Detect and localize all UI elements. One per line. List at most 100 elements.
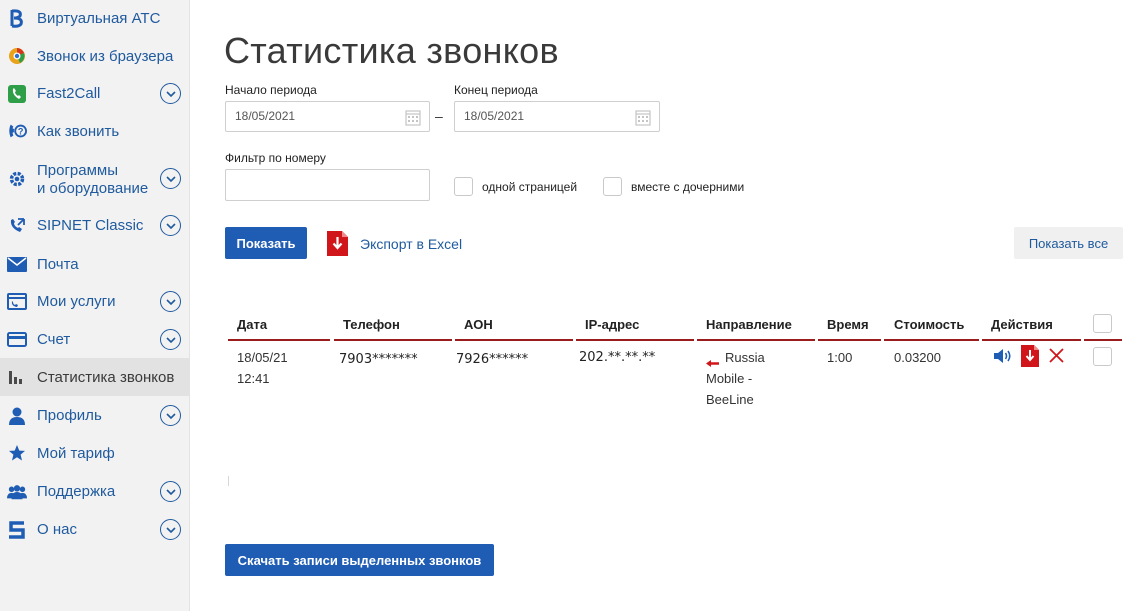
period-end-input[interactable]: 18/05/2021 xyxy=(454,101,660,132)
sidebar-item-mail[interactable]: Почта xyxy=(0,254,190,274)
speaker-icon[interactable] xyxy=(993,347,1013,370)
sidebar-item-label: Почта xyxy=(37,255,79,273)
chevron-down-icon[interactable] xyxy=(160,168,181,189)
sidebar-item-my-tariff[interactable]: Мой тариф xyxy=(0,443,190,463)
single-page-label: одной страницей xyxy=(482,180,578,194)
pdf-download-icon[interactable] xyxy=(327,231,348,261)
row-select-checkbox[interactable] xyxy=(1093,347,1112,366)
chevron-down-icon[interactable] xyxy=(160,215,181,236)
header-rule xyxy=(455,339,573,341)
sidebar-item-support[interactable]: Поддержка xyxy=(0,481,190,502)
period-end-value: 18/05/2021 xyxy=(464,109,525,123)
chevron-down-icon[interactable] xyxy=(160,329,181,350)
vats-logo-icon xyxy=(7,8,27,28)
sidebar-item-label: Профиль xyxy=(37,407,102,424)
sidebar-item-label: Программы xyxy=(37,162,119,179)
chevron-down-icon[interactable] xyxy=(160,83,181,104)
sidebar-item-fast2call[interactable]: Fast2Call xyxy=(0,83,190,104)
chevron-down-icon[interactable] xyxy=(160,481,181,502)
sidebar-item-label: Поддержка xyxy=(37,483,116,500)
cell-time: 12:41 xyxy=(237,371,270,386)
delete-icon[interactable] xyxy=(1049,348,1064,368)
column-header-cost: Стоимость xyxy=(894,317,965,332)
sidebar-item-label: Виртуальная АТС xyxy=(37,9,161,27)
select-all-checkbox[interactable] xyxy=(1093,314,1112,333)
sidebar-item-about[interactable]: О нас xyxy=(0,519,190,540)
with-children-checkbox[interactable] xyxy=(603,177,622,196)
card-icon xyxy=(7,330,27,350)
sidebar-item-browser-call[interactable]: Звонок из браузера xyxy=(0,46,190,66)
phone-green-icon xyxy=(7,84,27,104)
chevron-down-icon[interactable] xyxy=(160,519,181,540)
column-header-direction: Направление xyxy=(706,317,792,332)
chevron-down-icon[interactable] xyxy=(160,291,181,312)
header-rule xyxy=(982,339,1081,341)
cell-date: 18/05/21 xyxy=(237,350,288,365)
number-filter-input[interactable] xyxy=(225,169,430,201)
chevron-down-icon[interactable] xyxy=(160,405,181,426)
calendar-icon[interactable] xyxy=(635,108,651,137)
browser-call-icon xyxy=(7,46,27,66)
sidebar-item-label: О нас xyxy=(37,521,77,538)
sidebar: Виртуальная АТС Звонок из браузера Fast2… xyxy=(0,0,190,611)
header-rule xyxy=(228,339,330,341)
how-to-call-icon: ? xyxy=(7,121,27,141)
cell-duration: 1:00 xyxy=(827,350,853,365)
cell-aon: 7926****** xyxy=(456,352,529,367)
with-children-label: вместе с дочерними xyxy=(631,180,745,194)
user-icon xyxy=(7,406,27,426)
sidebar-item-label: Мои услуги xyxy=(37,293,116,310)
sidebar-item-label: Fast2Call xyxy=(37,85,101,102)
column-header-phone: Телефон xyxy=(343,317,400,332)
sidebar-item-my-services[interactable]: Мои услуги xyxy=(0,291,190,312)
column-header-aon: АОН xyxy=(464,317,493,332)
header-rule xyxy=(1084,339,1122,341)
period-separator: – xyxy=(435,108,443,124)
header-rule xyxy=(576,339,694,341)
column-header-duration: Время xyxy=(827,317,869,332)
phone-call-icon xyxy=(7,216,27,236)
download-record-icon[interactable] xyxy=(1021,345,1039,372)
sidebar-item-label: SIPNET Classic xyxy=(37,217,144,234)
sidebar-item-sipnet-classic[interactable]: SIPNET Classic xyxy=(0,215,190,236)
period-end-label: Конец периода xyxy=(454,83,538,97)
gear-icon xyxy=(7,169,27,189)
star-icon xyxy=(7,443,27,463)
download-selected-records-button[interactable]: Скачать записи выделенных звонков xyxy=(225,544,494,576)
period-start-value: 18/05/2021 xyxy=(235,109,296,123)
sidebar-item-label: Звонок из браузера xyxy=(37,47,174,65)
cell-direction: BeeLine xyxy=(706,392,754,407)
services-icon xyxy=(7,292,27,312)
cell-ip: 202.**.**.** xyxy=(579,350,656,365)
sidebar-item-label: Статистика звонков xyxy=(37,369,175,386)
mail-icon xyxy=(7,254,27,274)
sidebar-item-label: Мой тариф xyxy=(37,444,115,462)
cell-direction: Russia xyxy=(725,350,765,365)
svg-text:?: ? xyxy=(18,127,24,137)
column-header-ip: IP-адрес xyxy=(585,317,640,332)
single-page-checkbox[interactable] xyxy=(454,177,473,196)
divider xyxy=(228,476,229,486)
show-all-button[interactable]: Показать все xyxy=(1014,227,1123,259)
sidebar-item-account[interactable]: Счет xyxy=(0,329,190,350)
period-start-input[interactable]: 18/05/2021 xyxy=(225,101,430,132)
calendar-icon[interactable] xyxy=(405,108,421,137)
cell-cost: 0.03200 xyxy=(894,350,941,365)
sidebar-item-profile[interactable]: Профиль xyxy=(0,405,190,426)
number-filter-label: Фильтр по номеру xyxy=(225,151,326,165)
sidebar-item-label-line2: и оборудование xyxy=(37,180,149,197)
column-header-date: Дата xyxy=(237,317,268,332)
sidebar-item-label: Счет xyxy=(37,331,71,348)
sidebar-item-virtual-pbx[interactable]: Виртуальная АТС xyxy=(0,8,190,28)
sidebar-item-software[interactable]: Программы и оборудование xyxy=(0,160,190,198)
sipnet-logo-icon xyxy=(7,520,27,540)
sidebar-item-how-to-call[interactable]: ? Как звонить xyxy=(0,121,190,141)
group-icon xyxy=(7,482,27,502)
export-excel-link[interactable]: Экспорт в Excel xyxy=(360,236,462,252)
sidebar-item-label: Как звонить xyxy=(37,122,120,140)
show-button[interactable]: Показать xyxy=(225,227,307,259)
sidebar-item-call-statistics[interactable]: Статистика звонков xyxy=(0,358,190,396)
header-rule xyxy=(697,339,815,341)
bar-chart-icon xyxy=(7,367,27,387)
page-title: Статистика звонков xyxy=(224,30,559,71)
